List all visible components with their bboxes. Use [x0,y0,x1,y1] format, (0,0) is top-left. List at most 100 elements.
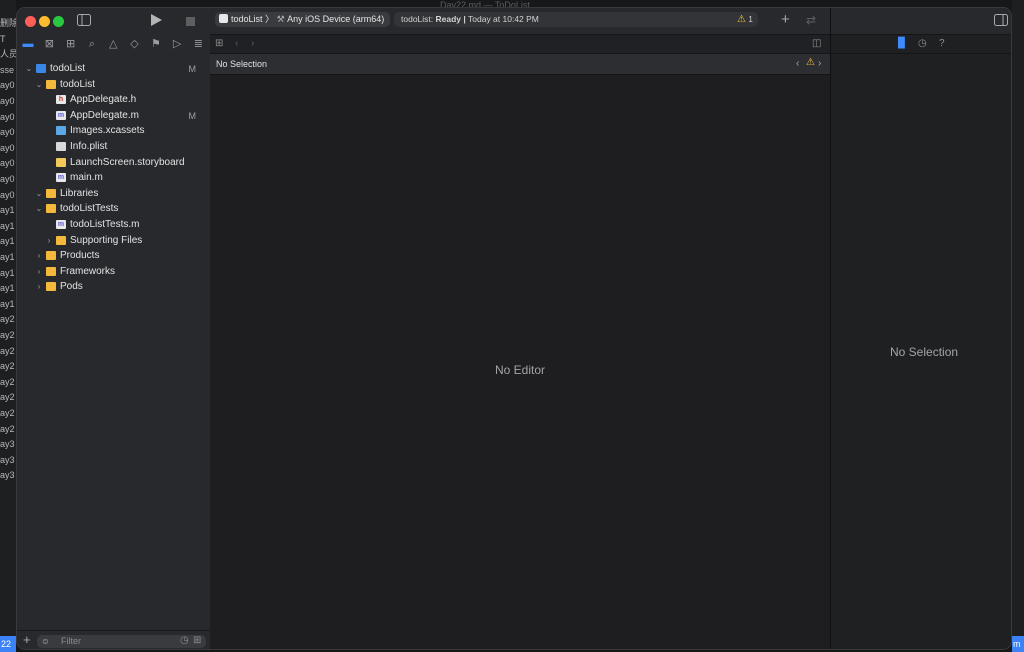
recent-files-icon[interactable]: ◷ [180,635,189,647]
back-icon[interactable]: ‹ [235,38,238,50]
navigator-row[interactable]: m AppDelegate.m M [17,108,210,124]
chevron-down-icon[interactable]: ⌄ [34,201,44,217]
navigator-row[interactable]: ⌄ todoList [17,77,210,93]
folder-icon [46,251,56,261]
navigator-row[interactable]: m main.m [17,170,210,186]
chevron-down-icon[interactable]: ⌄ [24,61,34,77]
header-file-icon: h [56,95,66,105]
navigator-row[interactable]: ⌄ todoList M [17,61,210,77]
navigator-tab-bar: ▬ ⊠ ⊞ ⌕ △ ◇ ⚑ ▷ ≣ [17,37,210,53]
grid-icon[interactable]: ⊞ [215,38,223,50]
objc-file-icon: m [56,110,66,120]
no-editor-label: No Editor [495,363,546,377]
activity-project: todoList: [401,14,434,24]
chevron-right-icon[interactable]: › [44,233,54,249]
navigator-row[interactable]: Info.plist [17,139,210,155]
report-icon[interactable]: ≣ [191,37,205,51]
app-icon [219,14,228,23]
background-text-line: ay3 [0,454,15,465]
folder-icon [46,266,56,276]
chevron-right-icon[interactable]: › [34,248,44,264]
navigator-sidebar: ▬ ⊠ ⊞ ⌕ △ ◇ ⚑ ▷ ≣ ⌄ todoList M ⌄ todoList h AppDelegat… [17,8,211,649]
navigator-row-label: Images.xcassets [70,125,145,137]
test-icon[interactable]: ◇ [128,37,142,51]
navigator-row[interactable]: › Products [17,248,210,264]
navigator-row[interactable]: m todoListTests.m [17,217,210,233]
forward-icon[interactable]: › [251,38,254,50]
navigator-row-label: todoListTests [60,203,119,215]
source-control-icon[interactable]: ⊠ [42,37,56,51]
sidebar-toggle-icon[interactable] [77,14,91,29]
chevron-right-icon[interactable]: › [34,264,44,280]
warning-indicator[interactable]: ⚠ 1 [737,12,753,27]
background-text-line: ay0 [0,80,15,91]
background-text-line: ay0 [0,174,15,184]
breakpoint-icon[interactable]: ▷ [170,37,184,51]
filter-input[interactable]: ⊜ Filter ◷ ⊞ [37,635,206,648]
folder-icon [46,188,56,198]
objc-file-icon: m [56,220,66,229]
folder-icon[interactable]: ▬ [21,37,35,51]
navigator-filter-bar: + ⊜ Filter ◷ ⊞ [17,630,210,649]
background-text-line: ay3 [0,439,15,450]
find-icon[interactable]: ⌕ [85,37,99,51]
folder-icon [46,204,56,214]
navigator-row-label: Products [60,250,100,262]
help-inspector-icon[interactable]: ? [939,38,945,50]
warning-count: 1 [748,15,753,24]
navigator-row[interactable]: h AppDelegate.h [17,92,210,108]
background-text-line: ay2 [0,392,15,403]
inspector-toolbar [831,8,1011,35]
history-inspector-icon[interactable]: ◷ [918,38,927,50]
scm-filter-icon[interactable]: ⊞ [193,635,201,647]
scm-status-badge: M [188,110,197,121]
background-text-line: T [0,33,6,44]
editor-path-bar: No Selection ‹ ⚠ › [210,54,830,75]
chevron-down-icon[interactable]: ⌄ [34,77,44,93]
inspector-panel: ▉ ◷ ? No Selection [830,8,1011,649]
asset-catalog-icon [56,126,66,136]
editor-area[interactable]: No Editor [210,75,830,649]
navigator-row[interactable]: › Supporting Files [17,233,210,249]
run-icon[interactable] [151,14,162,29]
navigator-row[interactable]: LaunchScreen.storyboard [17,155,210,171]
previous-issue-icon[interactable]: ‹ [796,58,799,70]
symbol-icon[interactable]: ⊞ [64,37,78,51]
zoom-window-button[interactable] [53,16,64,27]
navigator-row-label: main.m [70,172,103,184]
minimize-window-button[interactable] [39,16,50,27]
file-inspector-icon[interactable]: ▉ [898,38,906,50]
navigator-row-label: Libraries [60,187,99,199]
background-text-line: ay0 [0,127,15,138]
navigator-row[interactable]: Images.xcassets [17,123,210,139]
navigator-row-label: Info.plist [70,141,108,152]
warning-icon[interactable]: ⚠ [806,57,815,69]
scheme-device: Any iOS Device (arm64) [287,14,385,24]
inspector-toggle-icon[interactable] [994,14,1008,30]
plus-icon[interactable]: + [23,633,31,646]
plist-icon [56,142,66,151]
selection-label: No Selection [216,59,268,69]
close-window-button[interactable] [25,16,36,27]
navigator-row[interactable]: ⌄ todoListTests [17,201,210,217]
issue-icon[interactable]: △ [106,37,120,51]
debug-icon[interactable]: ⚑ [149,37,163,51]
scheme-selector[interactable]: todoList 〉 ⚒ Any iOS Device (arm64) [215,12,391,27]
chevron-down-icon[interactable]: ⌄ [34,186,44,202]
chevron-right-icon[interactable]: › [34,279,44,295]
swap-icon[interactable]: ⇄ [806,13,816,27]
stop-icon[interactable] [186,15,195,29]
scheme-separator: 〉 [265,14,275,24]
navigator-row[interactable]: › Frameworks [17,264,210,280]
navigator-row[interactable]: › Pods [17,279,210,295]
plus-icon[interactable]: + [781,12,790,27]
background-text-line: ay0 [0,111,15,122]
inspector-tab-bar: ▉ ◷ ? [831,35,1011,54]
storyboard-icon [56,157,66,167]
navigator-row[interactable]: ⌄ Libraries [17,186,210,202]
next-issue-icon[interactable]: › [818,58,821,70]
objc-file-icon: m [56,173,66,183]
navigator-row-label: todoListTests.m [70,219,140,230]
background-bottom-right-text: m [1013,639,1021,649]
split-editor-icon[interactable]: ◫ [812,38,821,50]
